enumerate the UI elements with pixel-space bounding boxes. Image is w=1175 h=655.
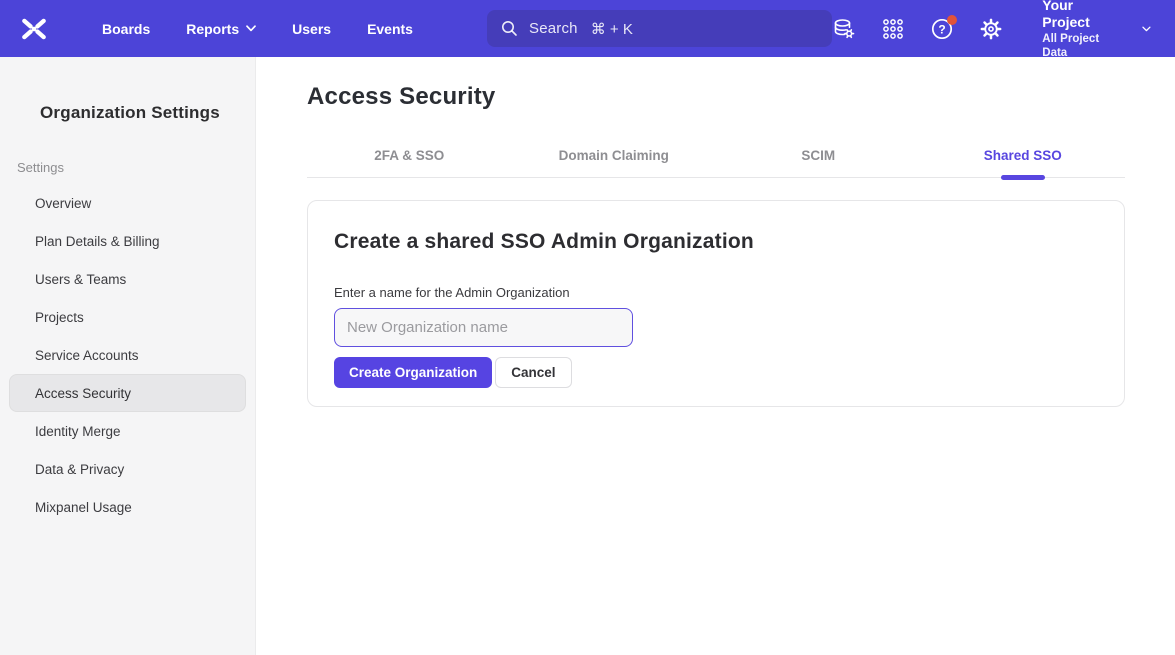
sidebar-item-label: Plan Details & Billing xyxy=(35,234,160,249)
sidebar-item-service-accounts[interactable]: Service Accounts xyxy=(9,336,246,374)
search-placeholder: Search xyxy=(529,20,578,37)
sidebar-item-label: Data & Privacy xyxy=(35,462,124,477)
sidebar-item-data-privacy[interactable]: Data & Privacy xyxy=(9,450,246,488)
sidebar-item-users-teams[interactable]: Users & Teams xyxy=(9,260,246,298)
primary-nav: Boards Reports Users Events xyxy=(84,0,431,57)
tab-domain-claiming[interactable]: Domain Claiming xyxy=(512,148,717,163)
sidebar-item-overview[interactable]: Overview xyxy=(9,184,246,222)
card-heading: Create a shared SSO Admin Organization xyxy=(334,230,1098,254)
notification-dot xyxy=(947,15,957,25)
nav-item-label: Users xyxy=(292,21,331,37)
global-search-bar[interactable]: Search ⌘ + K xyxy=(487,10,832,47)
data-management-icon[interactable] xyxy=(832,17,856,41)
create-sso-org-card: Create a shared SSO Admin Organization E… xyxy=(307,200,1125,407)
tab-scim[interactable]: SCIM xyxy=(716,148,921,163)
search-shortcut: ⌘ + K xyxy=(591,20,633,38)
nav-item-label: Boards xyxy=(102,21,150,37)
sidebar-item-label: Service Accounts xyxy=(35,348,139,363)
card-actions: Create Organization Cancel xyxy=(334,357,1098,388)
sidebar-item-plan-details-billing[interactable]: Plan Details & Billing xyxy=(9,222,246,260)
svg-text:?: ? xyxy=(939,22,946,36)
top-navigation-bar: Boards Reports Users Events Search ⌘ + K xyxy=(0,0,1175,57)
sidebar-item-identity-merge[interactable]: Identity Merge xyxy=(9,412,246,450)
nav-item-label: Reports xyxy=(186,21,239,37)
tab-2fa-sso[interactable]: 2FA & SSO xyxy=(307,148,512,163)
nav-item-events[interactable]: Events xyxy=(349,0,431,57)
project-name: Your Project xyxy=(1042,0,1105,32)
sidebar-item-projects[interactable]: Projects xyxy=(9,298,246,336)
sidebar-item-label: Identity Merge xyxy=(35,424,121,439)
apps-grid-icon[interactable] xyxy=(881,17,905,41)
tab-bar: 2FA & SSO Domain Claiming SCIM Shared SS… xyxy=(307,148,1125,178)
sidebar-item-label: Users & Teams xyxy=(35,272,126,287)
tab-shared-sso[interactable]: Shared SSO xyxy=(921,148,1126,163)
help-icon[interactable]: ? xyxy=(930,17,954,41)
nav-item-label: Events xyxy=(367,21,413,37)
settings-sidebar: Organization Settings Settings Overview … xyxy=(0,57,256,655)
main-content: Access Security 2FA & SSO Domain Claimin… xyxy=(256,57,1175,655)
sidebar-item-label: Access Security xyxy=(35,386,131,401)
sidebar-item-mixpanel-usage[interactable]: Mixpanel Usage xyxy=(9,488,246,526)
nav-right-cluster: ? Your Project A xyxy=(832,0,1157,60)
sidebar-item-label: Mixpanel Usage xyxy=(35,500,132,515)
tab-label: SCIM xyxy=(801,148,835,163)
mixpanel-logo-icon[interactable] xyxy=(20,17,48,41)
sidebar-item-access-security[interactable]: Access Security xyxy=(9,374,246,412)
sidebar-items: Overview Plan Details & Billing Users & … xyxy=(0,184,255,526)
page-title: Access Security xyxy=(307,83,1175,111)
settings-gear-icon[interactable] xyxy=(979,17,1003,41)
sidebar-item-label: Overview xyxy=(35,196,91,211)
org-name-input-label: Enter a name for the Admin Organization xyxy=(334,285,1098,300)
search-icon xyxy=(501,20,518,37)
sidebar-item-label: Projects xyxy=(35,310,84,325)
org-name-input[interactable] xyxy=(334,308,633,347)
sidebar-title: Organization Settings xyxy=(40,103,255,123)
nav-item-users[interactable]: Users xyxy=(274,0,349,57)
project-selector[interactable]: Your Project All Project Data xyxy=(1042,0,1105,60)
tab-label: 2FA & SSO xyxy=(374,148,444,163)
cancel-button[interactable]: Cancel xyxy=(495,357,571,388)
create-organization-button[interactable]: Create Organization xyxy=(334,357,492,388)
tab-label: Domain Claiming xyxy=(559,148,669,163)
sidebar-section-label: Settings xyxy=(17,160,255,175)
nav-item-reports[interactable]: Reports xyxy=(168,0,274,57)
nav-item-boards[interactable]: Boards xyxy=(84,0,168,57)
chevron-down-icon xyxy=(246,25,256,32)
tab-label: Shared SSO xyxy=(984,148,1062,163)
chevron-down-icon[interactable] xyxy=(1142,25,1151,33)
